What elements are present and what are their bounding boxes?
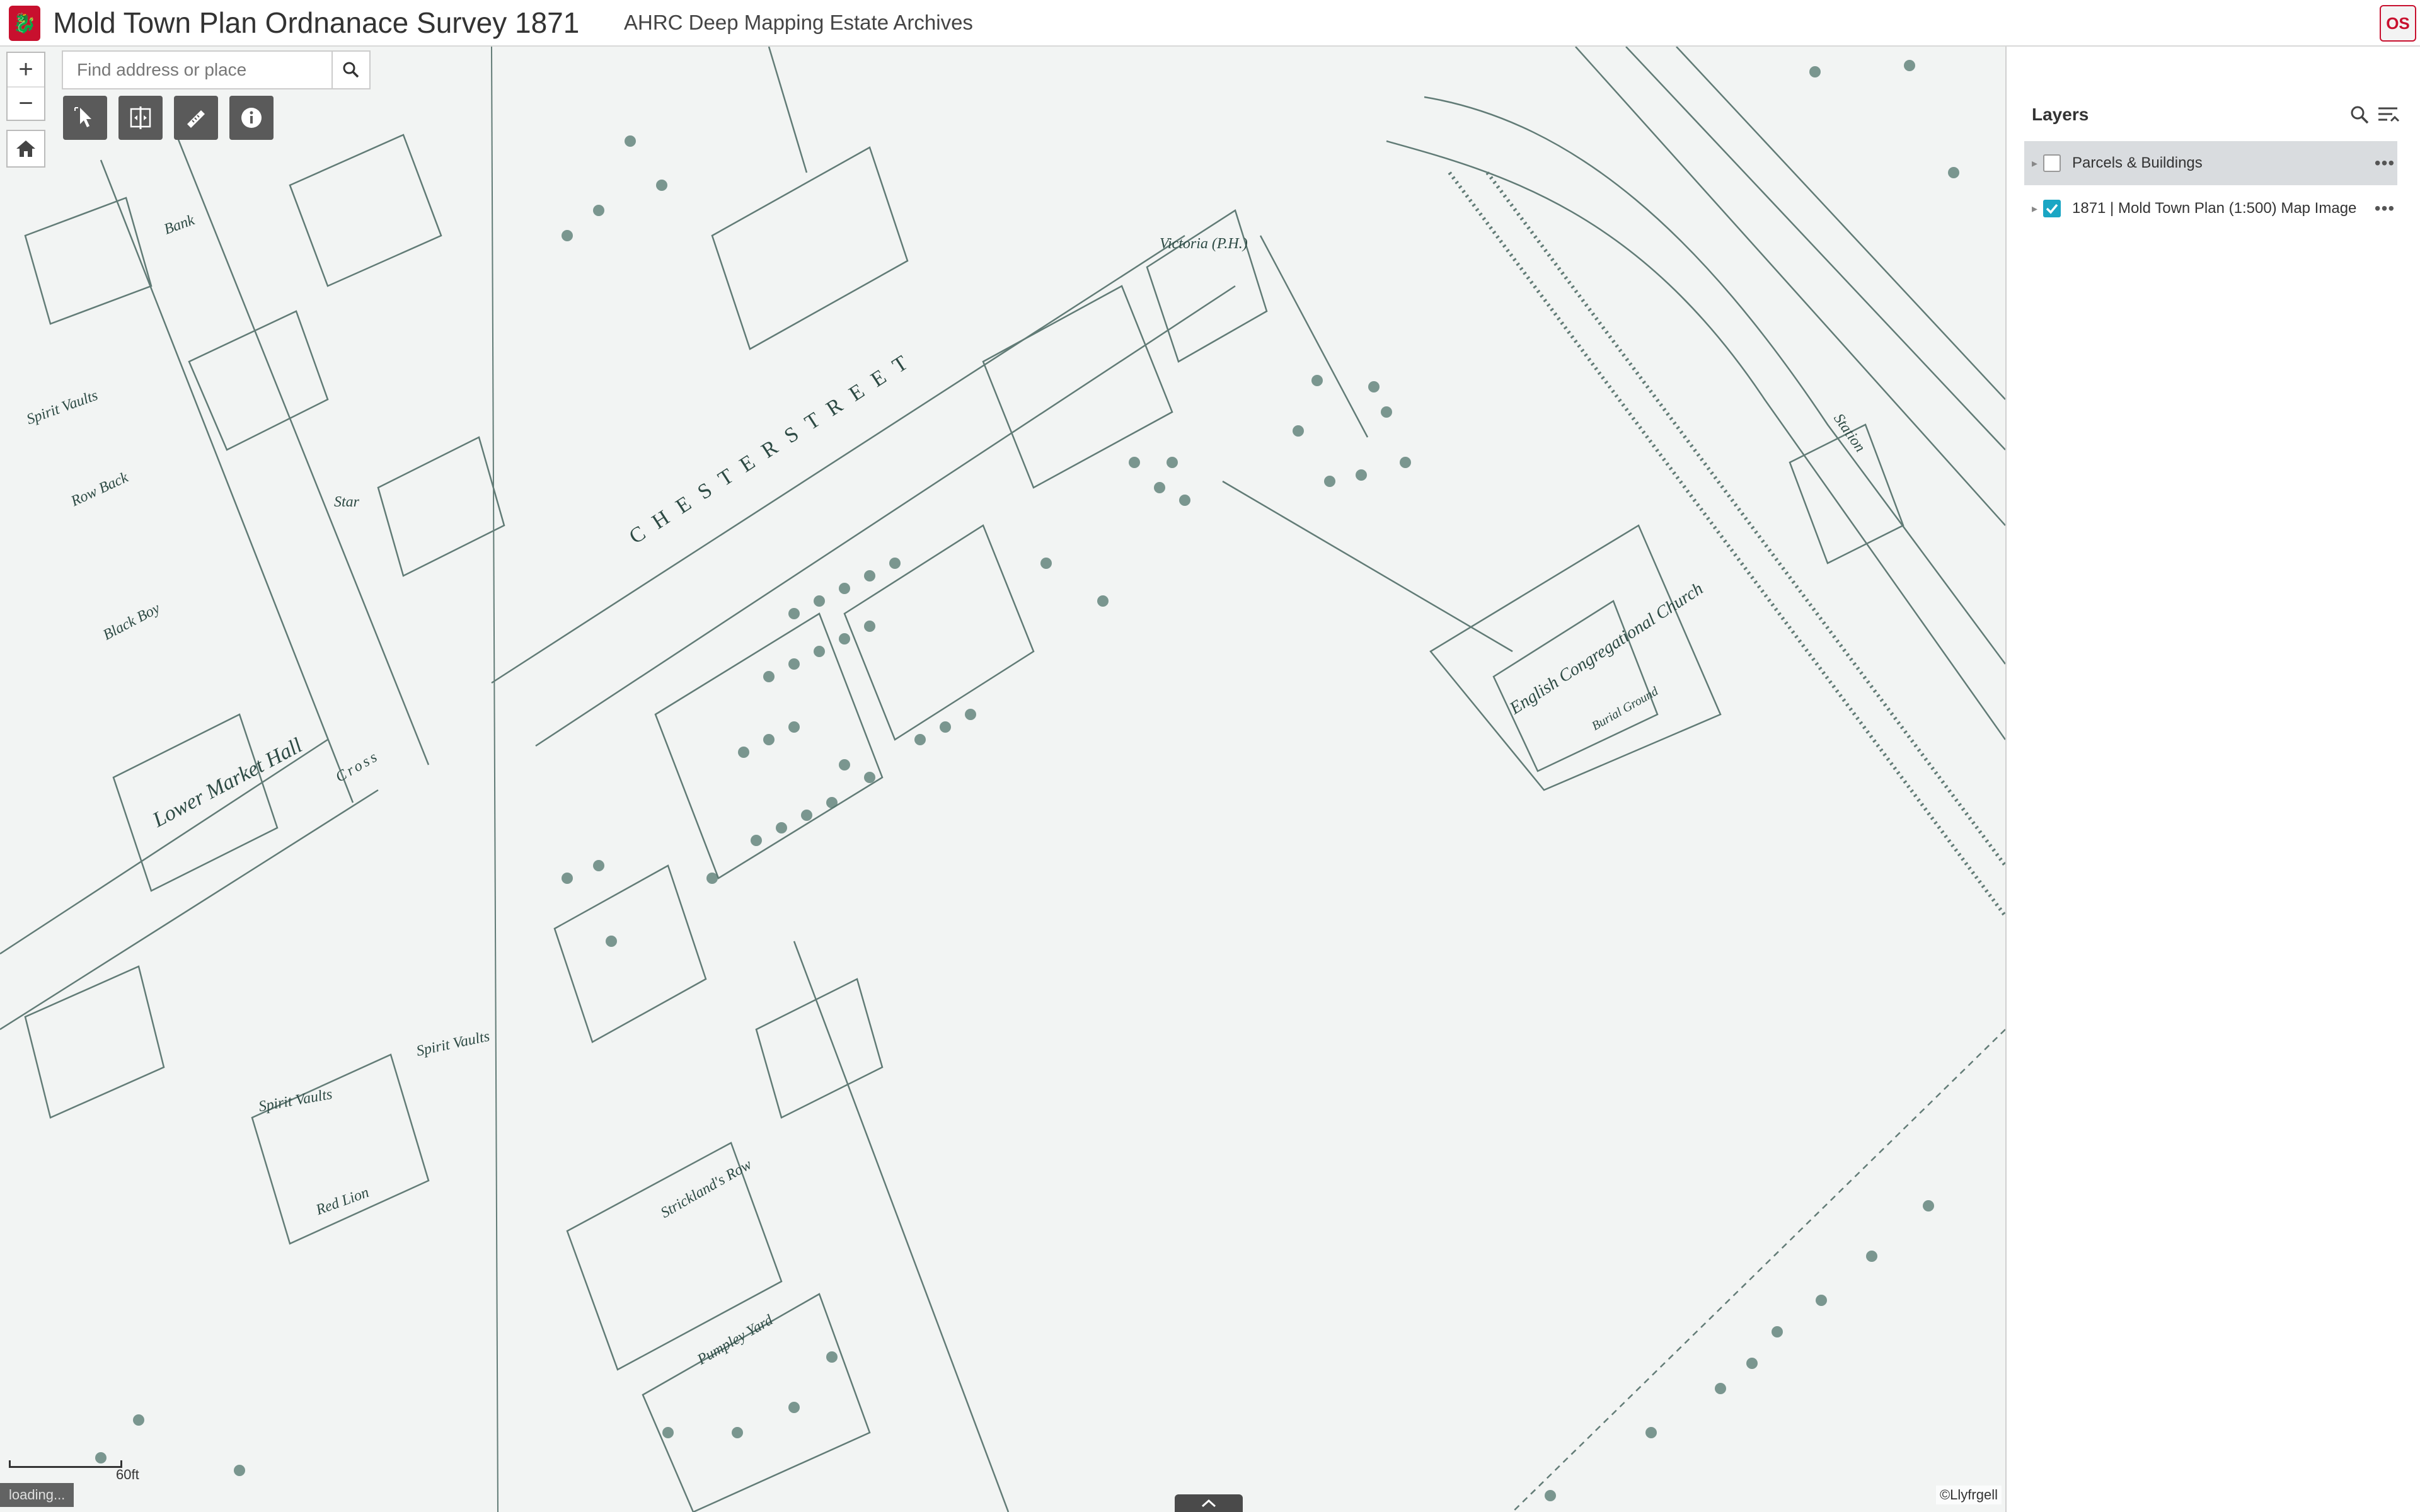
home-button[interactable] [6,130,45,168]
checkmark-icon [2046,203,2058,214]
zoom-out-button[interactable]: − [8,86,44,120]
measure-tool-button[interactable] [174,96,218,140]
layer-item-map-image[interactable]: ▸ 1871 | Mold Town Plan (1:500) Map Imag… [2024,186,2397,231]
loading-indicator: loading... [0,1483,74,1507]
search-icon [343,62,359,78]
search-button[interactable] [331,52,369,88]
layer-visibility-checkbox[interactable] [2043,200,2061,217]
info-icon [241,108,262,128]
search-widget [62,50,371,89]
app-header: 🐉 Mold Town Plan Ordnanace Survey 1871 A… [0,0,2420,47]
map-label-victoria: Victoria (P.H.) [1160,236,1248,252]
user-avatar[interactable]: OS [2380,5,2416,42]
scale-label: 60ft [116,1467,139,1482]
filter-list-icon [2378,107,2400,122]
select-cursor-icon [74,107,91,127]
zoom-control: + − [6,52,45,121]
map-label-star: Star [334,494,360,510]
layer-more-options-icon[interactable]: ••• [2372,198,2397,219]
info-tool-button[interactable] [229,96,274,140]
home-icon [16,140,35,157]
zoom-in-button[interactable]: + [8,53,44,86]
expand-panel-toggle[interactable] [1175,1494,1243,1512]
layer-search-button[interactable] [2349,105,2370,128]
layers-panel: Layers ▸ Parcels & Buildings ••• ▸ 1871 … [2005,47,2420,1512]
scale-bar [9,1460,122,1468]
layer-item-parcels[interactable]: ▸ Parcels & Buildings ••• [2024,141,2397,185]
layers-panel-title: Layers [2032,105,2089,124]
historic-map-image [0,47,2005,1512]
expand-caret-icon[interactable]: ▸ [2032,157,2038,170]
app-subtitle: AHRC Deep Mapping Estate Archives [624,11,973,34]
map-view[interactable]: C H E S T E R S T R E E T English Congre… [0,47,2005,1512]
expand-caret-icon[interactable]: ▸ [2032,202,2038,215]
swipe-tool-button[interactable] [118,96,163,140]
select-tool-button[interactable] [63,96,107,140]
app-title: Mold Town Plan Ordnanace Survey 1871 [53,6,580,39]
layer-label: 1871 | Mold Town Plan (1:500) Map Image [2072,200,2357,217]
layer-visibility-checkbox[interactable] [2043,154,2061,172]
layer-options-button[interactable] [2377,105,2400,128]
search-icon [2351,106,2369,124]
ruler-icon [187,110,205,128]
dragon-logo-icon: 🐉 [9,6,40,41]
layer-label: Parcels & Buildings [2072,154,2203,171]
layer-more-options-icon[interactable]: ••• [2372,153,2397,173]
map-attribution[interactable]: ©Llyfrgell [1935,1486,2002,1504]
search-input[interactable] [63,52,331,88]
chevron-up-icon [1201,1499,1216,1508]
swipe-compare-icon [130,106,151,129]
